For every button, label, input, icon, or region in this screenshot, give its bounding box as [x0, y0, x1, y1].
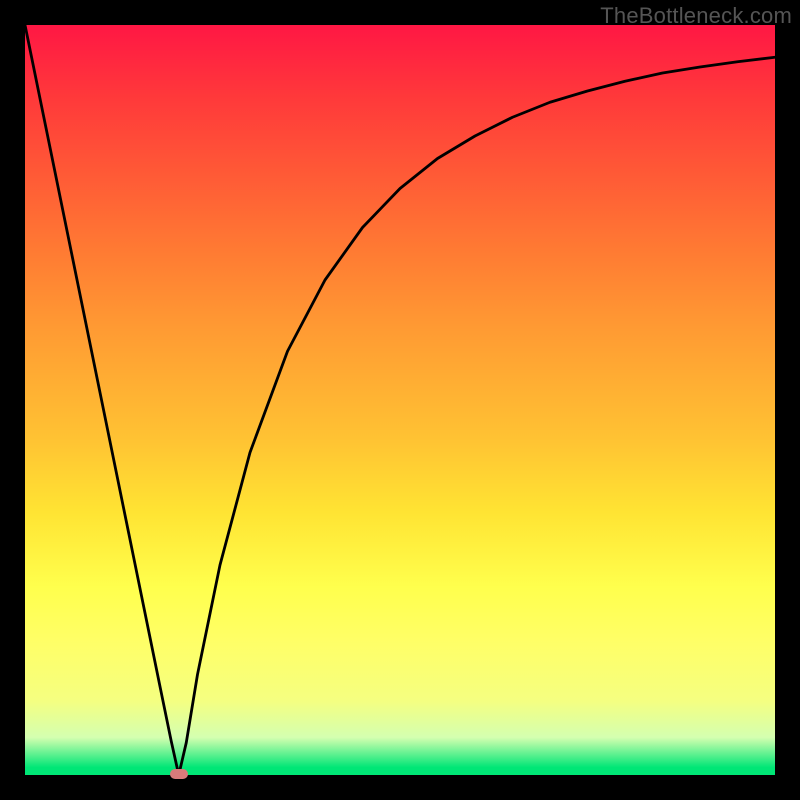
watermark-label: TheBottleneck.com: [600, 3, 792, 29]
plot-area: [25, 25, 775, 775]
optimum-marker: [170, 769, 188, 779]
bottleneck-curve: [25, 25, 775, 775]
chart-frame: TheBottleneck.com: [0, 0, 800, 800]
